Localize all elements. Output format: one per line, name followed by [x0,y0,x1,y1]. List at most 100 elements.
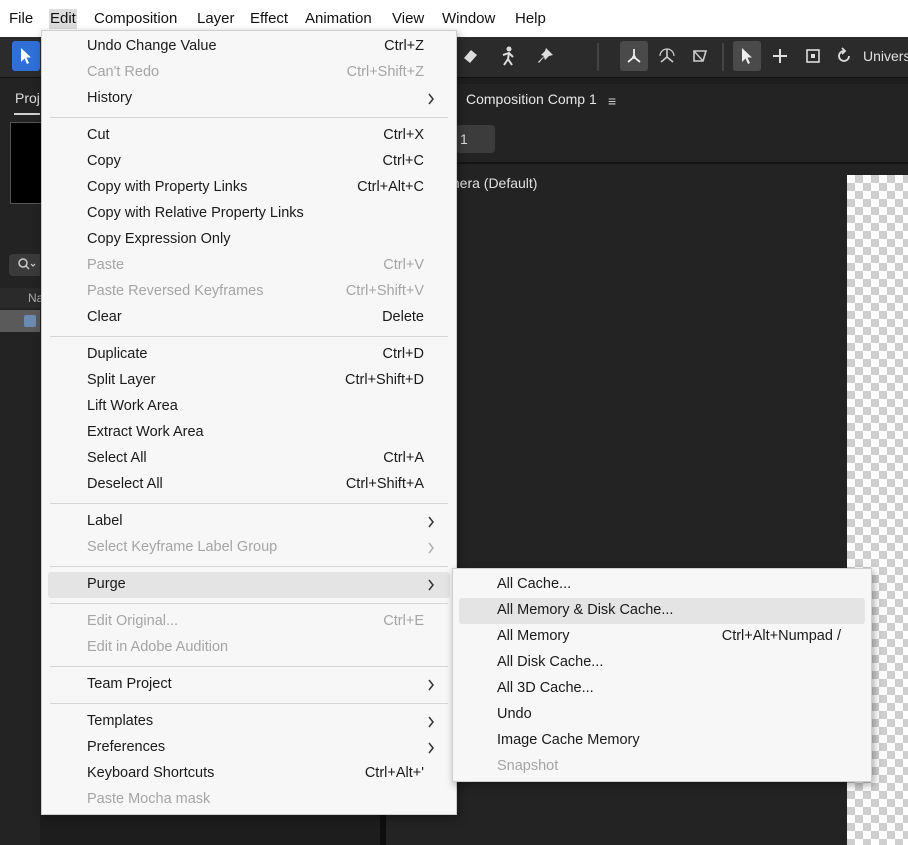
pin-tool-button[interactable] [532,41,560,71]
chevron-right-icon [428,679,434,691]
menu-item-shortcut: Ctrl+E [383,613,424,629]
menu-item-label: Paste Reversed Keyframes [87,283,264,299]
menu-item-label: Extract Work Area [87,424,204,440]
menu-item-label: Can't Redo [87,64,160,80]
rotate-button[interactable] [830,41,858,71]
world-axis-button[interactable] [653,41,681,71]
menu-window[interactable]: Window [441,9,496,29]
menu-item-label: Templates [87,713,154,729]
project-thumbnail [10,122,41,204]
menu-item-edit-in-adobe-audition[interactable]: Edit in Adobe Audition [48,635,450,661]
eraser-icon [464,50,477,63]
menu-item-copy[interactable]: Copy Ctrl+C [48,149,450,175]
menu-item-shortcut: Ctrl+X [383,127,424,143]
menu-composition[interactable]: Composition [93,9,178,29]
menu-item-label: Duplicate [87,346,148,362]
menu-separator [50,503,448,504]
menu-item-label: Select Keyframe Label Group [87,539,278,555]
menu-item-label: Lift Work Area [87,398,178,414]
menu-item-cut[interactable]: Cut Ctrl+X [48,123,450,149]
menu-item-label[interactable]: Label [48,509,450,535]
menu-item-label: Split Layer [87,372,156,388]
puppet-tool-button[interactable] [494,41,522,71]
menu-item-label: Paste [87,257,125,273]
menu-item-copy-expression-only[interactable]: Copy Expression Only [48,227,450,253]
menu-item-extract-work-area[interactable]: Extract Work Area [48,420,450,446]
menu-item-split-layer[interactable]: Split Layer Ctrl+Shift+D [48,368,450,394]
local-axis-button[interactable] [620,41,648,71]
menu-item-paste-mocha-mask[interactable]: Paste Mocha mask [48,787,450,813]
menu-animation[interactable]: Animation [304,9,373,29]
submenu-item-all-memory[interactable]: All Memory Ctrl+Alt+Numpad / [459,624,865,650]
submenu-item-label: All Disk Cache... [497,654,604,670]
menu-item-shortcut: Ctrl+Alt+C [357,179,424,195]
eraser-tool-button[interactable] [456,41,484,71]
menu-item-shortcut: Delete [382,309,424,325]
project-tab[interactable]: Proj [15,90,40,106]
menu-effect[interactable]: Effect [249,9,289,29]
menu-item-shortcut: Ctrl+D [382,346,425,362]
menu-separator [50,117,448,118]
menu-item-purge[interactable]: Purge [48,572,450,598]
menu-item-keyboard-shortcuts[interactable]: Keyboard Shortcuts Ctrl+Alt+' [48,761,450,787]
submenu-item-label: Image Cache Memory [497,732,640,748]
menu-item-templates[interactable]: Templates [48,709,450,735]
submenu-item-all-cache[interactable]: All Cache... [459,572,865,598]
menu-item-select-keyframe-label-group[interactable]: Select Keyframe Label Group [48,535,450,561]
snap-select-button[interactable] [733,41,761,71]
menu-item-select-all[interactable]: Select All Ctrl+A [48,446,450,472]
submenu-item-all-memory-disk-cache[interactable]: All Memory & Disk Cache... [459,598,865,624]
move-button[interactable] [766,41,794,71]
menu-item-shortcut: Ctrl+Alt+' [364,765,424,781]
menu-separator [50,336,448,337]
submenu-item-image-cache-memory[interactable]: Image Cache Memory [459,728,865,754]
submenu-item-label: All Memory [497,628,570,644]
menu-item-paste[interactable]: Paste Ctrl+V [48,253,450,279]
menu-separator [50,603,448,604]
view-axis-button[interactable] [686,41,714,71]
panel-menu-icon[interactable]: ≡ [608,93,616,109]
world-axis-icon [659,48,675,63]
submenu-item-undo[interactable]: Undo [459,702,865,728]
menu-item-shortcut: Ctrl+Z [384,38,424,54]
menu-view[interactable]: View [391,9,425,29]
tab-composition-comp1[interactable]: Composition Comp 1 [466,91,597,107]
menu-item-team-project[interactable]: Team Project [48,672,450,698]
menu-item-can-t-redo[interactable]: Can't Redo Ctrl+Shift+Z [48,60,450,86]
menu-layer[interactable]: Layer [196,9,236,29]
comp-view-value: 1 [460,131,468,147]
selection-tool-button[interactable] [12,41,40,71]
menu-item-deselect-all[interactable]: Deselect All Ctrl+Shift+A [48,472,450,498]
scale-button[interactable] [799,41,827,71]
submenu-item-all-3d-cache[interactable]: All 3D Cache... [459,676,865,702]
menu-item-paste-reversed-keyframes[interactable]: Paste Reversed Keyframes Ctrl+Shift+V [48,279,450,305]
menu-separator [50,566,448,567]
menu-item-copy-with-relative-property-links[interactable]: Copy with Relative Property Links [48,201,450,227]
menu-item-duplicate[interactable]: Duplicate Ctrl+D [48,342,450,368]
menu-item-copy-with-property-links[interactable]: Copy with Property Links Ctrl+Alt+C [48,175,450,201]
chevron-right-icon [428,542,434,554]
menu-item-edit-original[interactable]: Edit Original... Ctrl+E [48,609,450,635]
submenu-item-label: Undo [497,706,532,722]
menu-help[interactable]: Help [514,9,547,29]
submenu-item-all-disk-cache[interactable]: All Disk Cache... [459,650,865,676]
menu-item-preferences[interactable]: Preferences [48,735,450,761]
composition-icon [24,315,36,327]
menu-file[interactable]: File [8,9,34,29]
menu-item-lift-work-area[interactable]: Lift Work Area [48,394,450,420]
project-search-input[interactable] [9,254,40,276]
square-scale-icon [806,49,820,63]
submenu-item-shortcut: Ctrl+Alt+Numpad / [721,628,841,644]
menu-separator [50,666,448,667]
workspace-label[interactable]: Univers [863,48,908,64]
submenu-item-snapshot[interactable]: Snapshot [459,754,865,780]
menu-edit[interactable]: Edit [49,9,77,29]
menu-separator [50,703,448,704]
pushpin-icon [538,48,553,63]
menu-item-label: Preferences [87,739,166,755]
menu-item-label: Purge [87,576,126,592]
menu-item-undo-change-value[interactable]: Undo Change Value Ctrl+Z [48,34,450,60]
menu-item-history[interactable]: History [48,86,450,112]
menu-item-label: Cut [87,127,110,143]
menu-item-clear[interactable]: Clear Delete [48,305,450,331]
